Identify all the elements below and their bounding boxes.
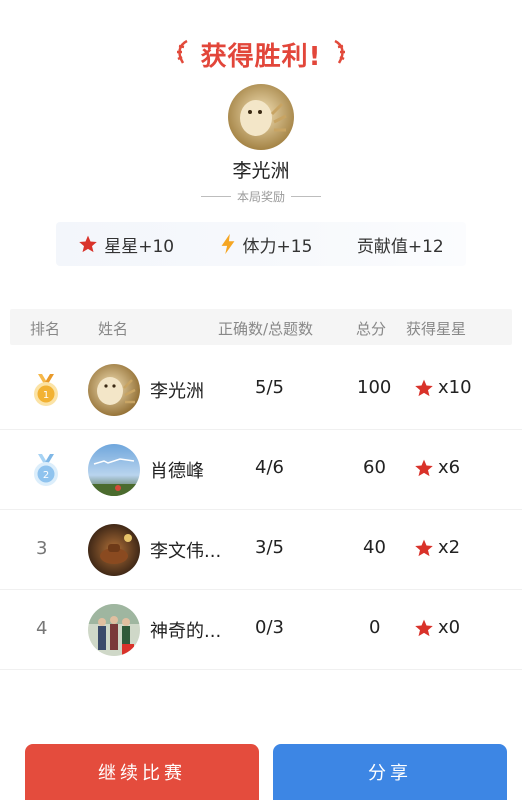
player-stars-count: x6 — [438, 457, 461, 478]
player-stars: x6 — [414, 457, 460, 478]
avatar — [88, 364, 140, 416]
player-correct: 4/6 — [255, 457, 284, 478]
table-row[interactable]: 2 肖德峰 4/6 60 x6 — [0, 430, 522, 510]
page-title: 获得胜利! — [200, 41, 322, 72]
divider — [291, 196, 321, 197]
continue-match-button[interactable]: 继续比赛 — [25, 744, 259, 800]
star-icon — [415, 379, 433, 396]
ranking-table-header: 排名 姓名 正确数/总题数 总分 获得星星 — [10, 309, 512, 345]
player-correct: 5/5 — [255, 377, 284, 398]
player-name: 李文伟... — [150, 541, 222, 562]
lightning-icon — [221, 233, 234, 255]
player-name: 神奇的... — [150, 621, 222, 642]
svg-text:1: 1 — [43, 390, 49, 401]
reward-stars-label: 星星+10 — [104, 236, 175, 257]
star-icon — [415, 539, 433, 556]
winner-name: 李光洲 — [232, 160, 290, 182]
table-row[interactable]: 1 李光洲 5/5 100 x10 — [0, 350, 522, 430]
share-button[interactable]: 分享 — [273, 744, 507, 800]
header-score: 总分 — [356, 320, 387, 338]
header-name: 姓名 — [98, 320, 129, 338]
reward-contribution-label: 贡献值+12 — [356, 236, 444, 257]
header-stars: 获得星星 — [406, 320, 467, 338]
star-icon — [79, 235, 97, 253]
player-correct: 0/3 — [255, 617, 284, 638]
svg-text:2: 2 — [43, 470, 49, 481]
player-stars-count: x0 — [438, 617, 461, 638]
player-score: 40 — [363, 537, 386, 558]
header-correct: 正确数/总题数 — [218, 320, 314, 338]
header-rank: 排名 — [30, 320, 61, 338]
reward-stars: 星星+10 — [78, 232, 174, 257]
reward-contribution: 贡献值+12 — [357, 232, 444, 257]
star-icon — [415, 619, 433, 636]
player-correct: 3/5 — [255, 537, 284, 558]
avatar — [88, 444, 140, 496]
player-score: 0 — [369, 617, 381, 638]
right-laurel-icon — [331, 39, 347, 70]
player-score: 100 — [357, 377, 392, 398]
player-stars: x0 — [414, 617, 460, 638]
player-stars: x10 — [414, 377, 472, 398]
player-name: 李光洲 — [150, 381, 204, 402]
reward-energy: 体力+15 — [219, 232, 313, 257]
player-name: 肖德峰 — [150, 461, 204, 482]
player-score: 60 — [363, 457, 386, 478]
left-laurel-icon — [175, 39, 191, 70]
winner-avatar — [228, 84, 294, 150]
reward-caption-text: 本局奖励 — [236, 190, 285, 204]
player-stars: x2 — [414, 537, 460, 558]
player-stars-count: x10 — [438, 377, 472, 398]
gold-medal-icon: 1 — [34, 374, 58, 406]
player-stars-count: x2 — [438, 537, 461, 558]
table-row[interactable]: 4 神奇的... 0/3 0 x0 — [0, 590, 522, 670]
table-row[interactable]: 3 李文伟... 3/5 40 x2 — [0, 510, 522, 590]
player-rank: 3 — [36, 538, 48, 559]
reward-caption: 本局奖励 — [0, 188, 522, 205]
victory-header: 获得胜利! — [0, 34, 522, 74]
star-icon — [415, 459, 433, 476]
silver-medal-icon: 2 — [34, 454, 58, 486]
avatar — [88, 604, 140, 656]
avatar — [88, 524, 140, 576]
reward-energy-label: 体力+15 — [242, 236, 313, 257]
reward-summary: 星星+10 体力+15 贡献值+12 — [56, 222, 466, 266]
player-rank: 4 — [36, 618, 48, 639]
divider — [200, 196, 231, 197]
